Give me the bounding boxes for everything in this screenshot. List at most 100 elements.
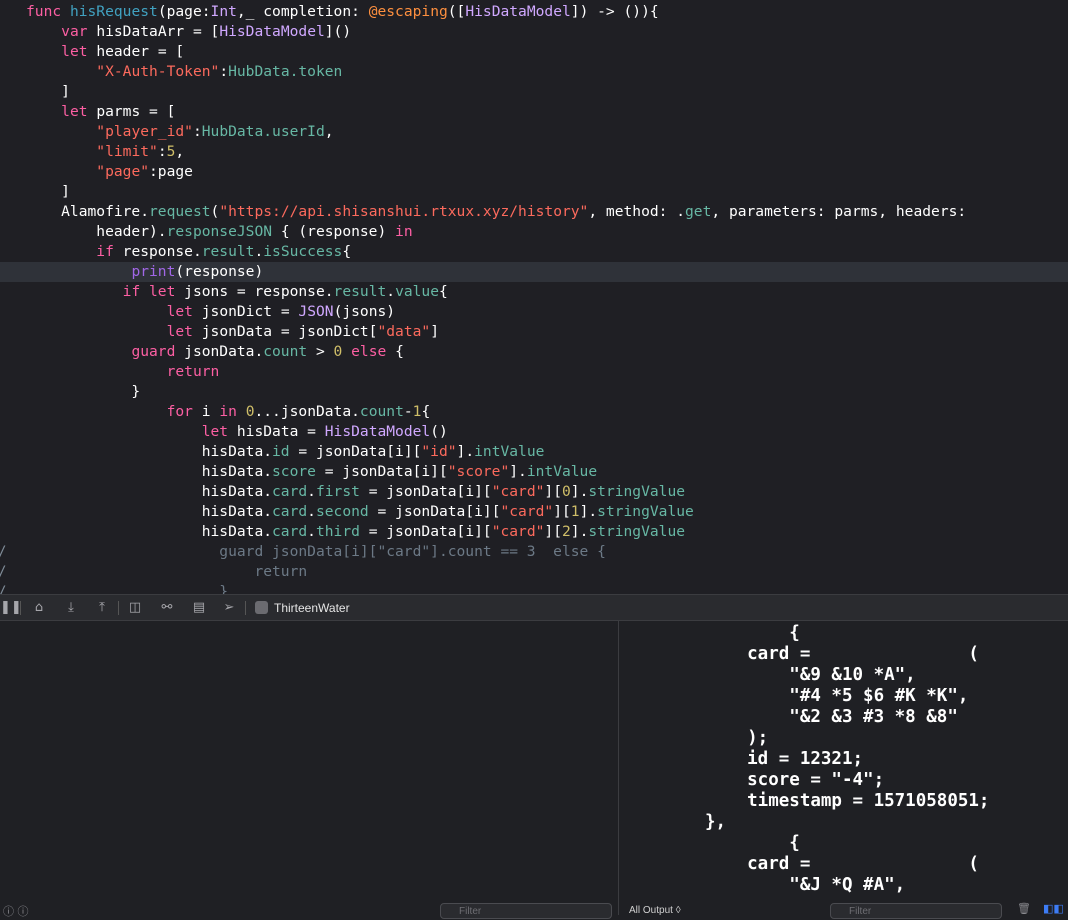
console-filter-input[interactable]: Filter bbox=[830, 903, 1002, 919]
code-line[interactable]: Alamofire.request("https://api.shisanshu… bbox=[0, 202, 1068, 222]
code-token: stringValue bbox=[588, 483, 686, 500]
code-token: header). bbox=[26, 223, 167, 240]
code-line[interactable]: hisData.score = jsonData[i]["score"].int… bbox=[0, 462, 1068, 482]
info-icon[interactable]: ⓘ ⓘ bbox=[3, 903, 29, 919]
console-output[interactable]: { card = ( "&9 &10 *A", "#4 *5 $6 #K *K"… bbox=[619, 621, 1068, 915]
step-over-icon[interactable]: ⌂ bbox=[31, 600, 47, 616]
code-text: guard jsonData.count > 0 else { bbox=[26, 342, 403, 362]
code-text: if response.result.isSuccess{ bbox=[26, 242, 351, 262]
code-token: ] bbox=[26, 83, 70, 100]
console-line: { bbox=[705, 833, 800, 853]
code-line[interactable]: let jsonDict = JSON(jsons) bbox=[0, 302, 1068, 322]
console-line: id = 12321; bbox=[705, 749, 864, 769]
code-line[interactable]: hisData.card.second = jsonData[i]["card"… bbox=[0, 502, 1068, 522]
code-text: let header = [ bbox=[26, 42, 184, 62]
code-token: hisData = bbox=[236, 423, 325, 440]
code-token: = jsonData[i][ bbox=[368, 503, 501, 520]
code-line[interactable]: "page":page bbox=[0, 162, 1068, 182]
code-line[interactable]: var hisDataArr = [HisDataModel]() bbox=[0, 22, 1068, 42]
code-line[interactable]: if response.result.isSuccess{ bbox=[0, 242, 1068, 262]
code-token: . bbox=[254, 243, 264, 260]
location-icon[interactable]: ➢ bbox=[221, 600, 237, 616]
code-token: : bbox=[157, 143, 167, 160]
code-token: "score" bbox=[447, 463, 510, 480]
code-line[interactable]: for i in 0...jsonData.count-1{ bbox=[0, 402, 1068, 422]
code-text: let jsonData = jsonDict["data"] bbox=[26, 322, 439, 342]
code-line[interactable]: return bbox=[0, 362, 1068, 382]
code-line[interactable]: / return bbox=[0, 562, 1068, 582]
code-token: ][ bbox=[544, 483, 562, 500]
step-into-icon[interactable]: ⤓ bbox=[63, 600, 79, 616]
code-text: hisData.score = jsonData[i]["score"].int… bbox=[26, 462, 597, 482]
code-line[interactable]: "X-Auth-Token":HubData.token bbox=[0, 62, 1068, 82]
step-out-icon[interactable]: ⤒ bbox=[94, 600, 110, 616]
code-token: second bbox=[315, 503, 369, 520]
console-line: "&2 &3 #3 *8 &8" bbox=[705, 707, 958, 727]
code-token: jsonData = jsonDict[ bbox=[201, 323, 378, 340]
code-text: header).responseJSON { (response) in bbox=[26, 222, 412, 242]
trash-icon[interactable]: 🗑 bbox=[1017, 902, 1031, 915]
code-token: : bbox=[219, 63, 229, 80]
console-line: score = "-4"; bbox=[705, 770, 885, 790]
code-token: @escaping bbox=[368, 3, 448, 20]
code-token: let bbox=[166, 323, 202, 340]
code-line[interactable]: guard jsonData.count > 0 else { bbox=[0, 342, 1068, 362]
output-selector[interactable]: All Output ◊ bbox=[629, 905, 681, 916]
pause-icon[interactable]: ❚❚ bbox=[0, 600, 22, 616]
code-token: Alamofire. bbox=[26, 203, 150, 220]
code-token: parms = [ bbox=[96, 103, 176, 120]
code-token: result bbox=[201, 243, 255, 260]
code-text: Alamofire.request("https://api.shisanshu… bbox=[26, 202, 966, 222]
code-line[interactable]: / } bbox=[0, 582, 1068, 594]
code-token: "card" bbox=[491, 483, 545, 500]
code-token: HisDataModel bbox=[465, 3, 571, 20]
gutter-marker: / bbox=[0, 562, 6, 582]
code-token: { bbox=[439, 283, 448, 300]
code-token: HubData.token bbox=[228, 63, 343, 80]
memory-graph-icon[interactable]: ⚯ bbox=[159, 600, 175, 616]
code-token: "page" bbox=[96, 163, 150, 180]
split-view-icon[interactable]: ◧◧ bbox=[1043, 902, 1064, 915]
code-line[interactable]: ] bbox=[0, 182, 1068, 202]
console-line: ); bbox=[705, 728, 769, 748]
code-line[interactable]: let parms = [ bbox=[0, 102, 1068, 122]
code-line[interactable]: if let jsons = response.result.value{ bbox=[0, 282, 1068, 302]
code-token: return bbox=[26, 563, 308, 580]
code-line[interactable]: let hisData = HisDataModel() bbox=[0, 422, 1068, 442]
code-token: . bbox=[386, 283, 396, 300]
code-token: intValue bbox=[474, 443, 545, 460]
code-line[interactable]: let header = [ bbox=[0, 42, 1068, 62]
code-line[interactable]: print(response) bbox=[0, 262, 1068, 282]
app-name[interactable]: ThirteenWater bbox=[274, 601, 350, 615]
code-line[interactable]: func hisRequest(page:Int,_ completion: @… bbox=[0, 2, 1068, 22]
code-token: :page bbox=[149, 163, 193, 180]
environment-icon[interactable]: ▤ bbox=[191, 600, 207, 616]
code-token: ,_ completion: bbox=[236, 3, 369, 20]
code-line[interactable]: hisData.id = jsonData[i]["id"].intValue bbox=[0, 442, 1068, 462]
code-token: ]) -> ()){ bbox=[570, 3, 659, 20]
code-line[interactable]: "player_id":HubData.userId, bbox=[0, 122, 1068, 142]
code-line[interactable]: "limit":5, bbox=[0, 142, 1068, 162]
code-token: if bbox=[96, 243, 123, 260]
code-token: if let bbox=[122, 283, 185, 300]
code-token: ]. bbox=[570, 483, 589, 500]
view-hierarchy-icon[interactable]: ◫ bbox=[127, 600, 143, 616]
code-editor[interactable]: func hisRequest(page:Int,_ completion: @… bbox=[0, 0, 1068, 594]
code-line[interactable]: header).responseJSON { (response) in bbox=[0, 222, 1068, 242]
code-text: "page":page bbox=[26, 162, 193, 182]
code-token: : bbox=[192, 123, 202, 140]
code-line[interactable]: / guard jsonData[i]["card"].count == 3 e… bbox=[0, 542, 1068, 562]
code-line[interactable]: } bbox=[0, 382, 1068, 402]
code-token: third bbox=[315, 523, 360, 540]
code-token: = jsonData[i][ bbox=[289, 443, 422, 460]
variables-filter-input[interactable]: Filter bbox=[440, 903, 612, 919]
code-token: } bbox=[26, 383, 141, 400]
code-token: i bbox=[201, 403, 220, 420]
code-token: hisDataArr = [ bbox=[96, 23, 220, 40]
code-token: = jsonData[i][ bbox=[315, 463, 448, 480]
code-line[interactable]: let jsonData = jsonDict["data"] bbox=[0, 322, 1068, 342]
code-line[interactable]: hisData.card.third = jsonData[i]["card"]… bbox=[0, 522, 1068, 542]
code-token: "limit" bbox=[96, 143, 158, 160]
code-line[interactable]: ] bbox=[0, 82, 1068, 102]
code-line[interactable]: hisData.card.first = jsonData[i]["card"]… bbox=[0, 482, 1068, 502]
